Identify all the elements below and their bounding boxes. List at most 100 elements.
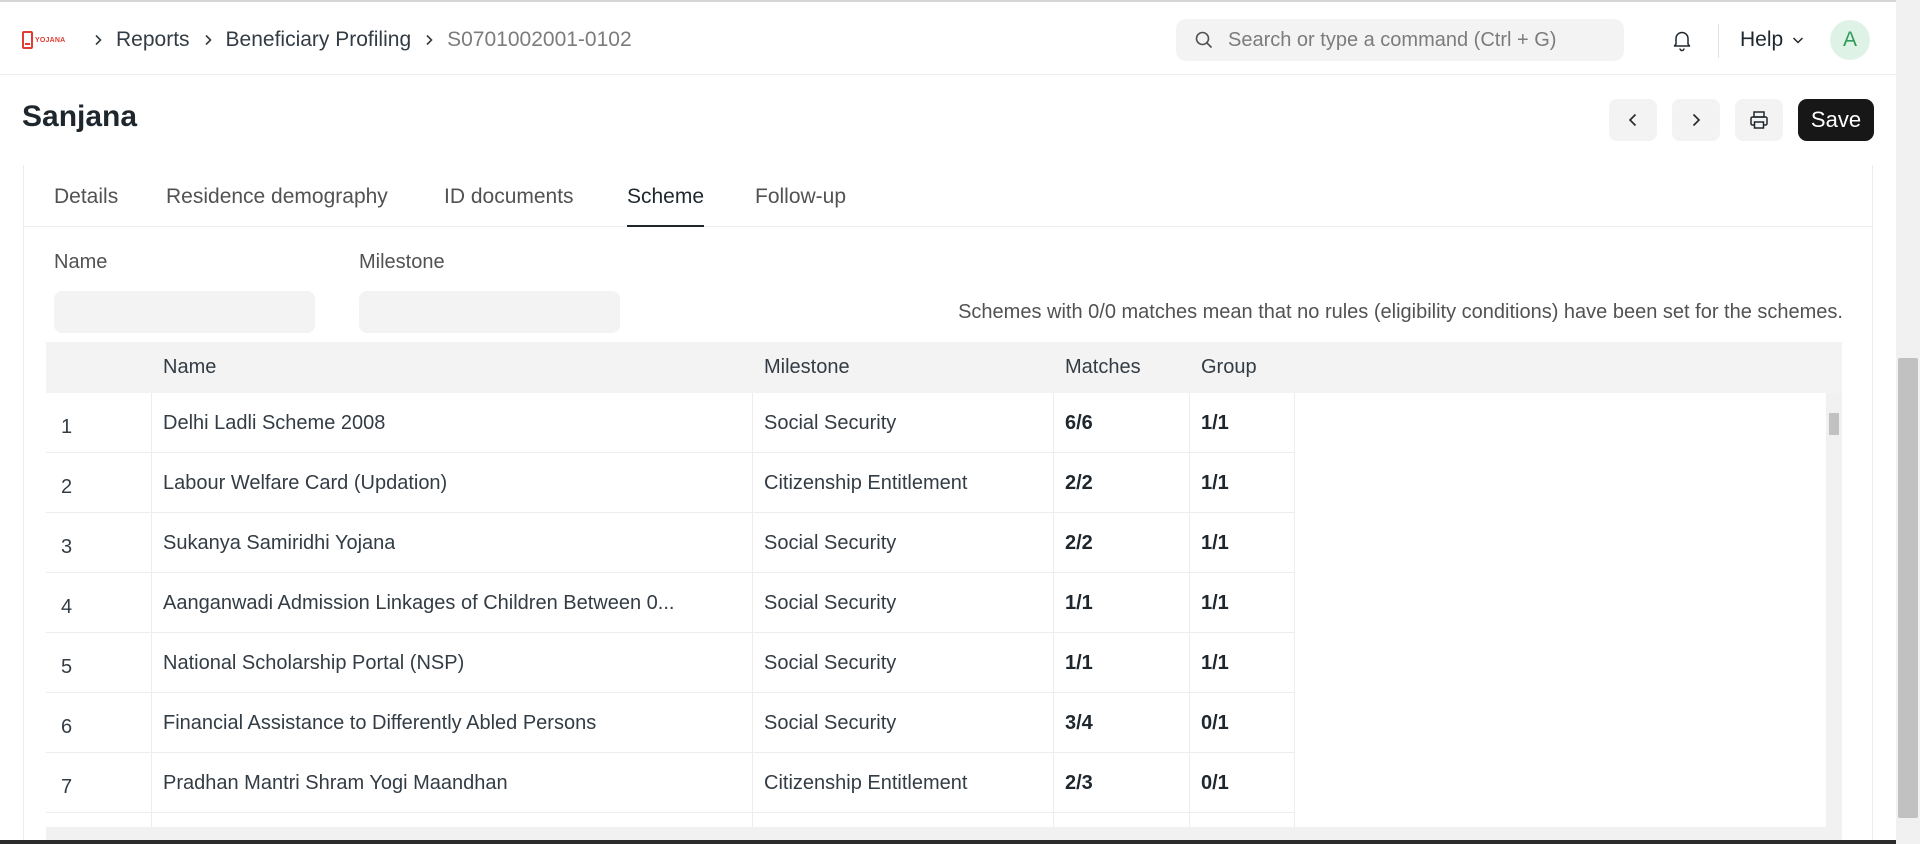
row-index: 5 [46,633,152,693]
scheme-name: Labour Welfare Card (Updation) [163,471,448,494]
help-dropdown[interactable]: Help [1740,26,1805,54]
avatar[interactable]: A [1830,20,1870,60]
milestone-cell: Social Security [753,633,1054,693]
notifications-bell-icon[interactable] [1668,26,1696,54]
breadcrumb-record-id[interactable]: S0701002001-0102 [443,28,636,52]
table-row[interactable]: 5 National Scholarship Portal (NSP) Soci… [46,633,1295,693]
matches-cell: 2/2 [1054,513,1190,573]
group-cell: 1/1 [1190,513,1295,573]
milestone-filter-label: Milestone [359,251,445,273]
matches-cell: 1/1 [1054,633,1190,693]
scheme-name: Aanganwadi Admission Linkages of Childre… [163,591,675,614]
matches-cell: 6/6 [1054,393,1190,453]
table-row[interactable]: 1 Delhi Ladli Scheme 2008 Social Securit… [46,393,1295,453]
scheme-name-cell [152,813,753,827]
schemes-table: Name Milestone Matches Group 1 Delhi Lad… [46,342,1842,840]
navbar-divider [1718,24,1719,58]
breadcrumb-beneficiary-profiling[interactable]: Beneficiary Profiling [222,28,416,52]
milestone-cell: Citizenship Entitlement [753,753,1054,813]
search-input[interactable]: Search or type a command (Ctrl + G) [1176,19,1624,61]
group-cell [1190,813,1295,827]
scheme-name-cell: Delhi Ladli Scheme 2008 [152,393,753,453]
table-header: Name Milestone Matches Group [46,342,1842,393]
scheme-name-cell: Sukanya Samiridhi Yojana [152,513,753,573]
table-row[interactable]: 2 Labour Welfare Card (Updation) Citizen… [46,453,1295,513]
chevron-right-icon [415,34,443,46]
scheme-name-cell: Pradhan Mantri Shram Yogi Maandhan [152,753,753,813]
table-row[interactable]: 7 Pradhan Mantri Shram Yogi Maandhan Cit… [46,753,1295,813]
group-cell: 0/1 [1190,753,1295,813]
milestone-cell: Social Security [753,573,1054,633]
milestone-cell: Social Security [753,393,1054,453]
group-cell: 1/1 [1190,453,1295,513]
table-vertical-scrollbar[interactable] [1826,393,1842,827]
page-scrollbar[interactable] [1896,0,1920,844]
app-logo[interactable]: YOJANA [22,26,66,54]
chevron-right-icon [1692,113,1701,127]
row-index-cell [46,813,152,827]
table-row[interactable]: 3 Sukanya Samiridhi Yojana Social Securi… [46,513,1295,573]
matches-hint-text: Schemes with 0/0 matches mean that no ru… [958,300,1843,323]
table-row[interactable]: 4 Aanganwadi Admission Linkages of Child… [46,573,1295,633]
print-button[interactable] [1735,99,1783,141]
tab-follow-up[interactable]: Follow-up [755,179,846,227]
scheme-name: Pradhan Mantri Shram Yogi Maandhan [163,771,508,794]
help-label: Help [1740,28,1784,51]
row-index: 2 [46,453,152,513]
row-index: 1 [46,393,152,453]
group-cell: 0/1 [1190,693,1295,753]
scheme-name: Sukanya Samiridhi Yojana [163,531,396,554]
name-filter-label: Name [54,251,108,273]
chevron-right-icon [194,34,222,46]
bottom-edge-bar [0,840,1896,844]
form-card: Details Residence demography ID document… [23,165,1873,844]
logo-text: YOJANA [35,36,66,44]
milestone-filter-input[interactable] [359,291,620,333]
previous-record-button[interactable] [1609,99,1657,141]
search-icon [1195,31,1213,49]
milestone-cell: Social Security [753,693,1054,753]
table-horizontal-scrollbar[interactable] [46,827,1842,840]
page-title: Sanjana [22,100,138,133]
scheme-name-cell: Labour Welfare Card (Updation) [152,453,753,513]
scheme-name: Financial Assistance to Differently Able… [163,711,597,734]
top-navbar: YOJANA Reports Beneficiary Profiling S07… [0,0,1896,75]
row-index: 4 [46,573,152,633]
breadcrumb: Reports Beneficiary Profiling S070100200… [84,26,636,54]
group-cell: 1/1 [1190,573,1295,633]
matches-cell [1054,813,1190,827]
column-header-milestone: Milestone [764,356,850,378]
logo-mark-icon [22,31,33,49]
name-filter-input[interactable] [54,291,315,333]
column-header-name: Name [163,356,217,378]
table-row-partial [46,813,1295,827]
column-header-group: Group [1201,356,1257,378]
row-index: 6 [46,693,152,753]
chevron-left-icon [1628,113,1637,127]
tab-residence-demography[interactable]: Residence demography [166,179,388,227]
tab-id-documents[interactable]: ID documents [444,179,574,227]
matches-cell: 2/3 [1054,753,1190,813]
tab-details[interactable]: Details [54,179,118,227]
tab-scheme[interactable]: Scheme [627,179,705,227]
milestone-cell [753,813,1054,827]
group-cell: 1/1 [1190,393,1295,453]
scheme-name: Delhi Ladli Scheme 2008 [163,411,386,434]
scheme-name-cell: Financial Assistance to Differently Able… [152,693,753,753]
matches-cell: 3/4 [1054,693,1190,753]
chevron-right-icon [84,34,112,46]
scheme-name-cell: National Scholarship Portal (NSP) [152,633,753,693]
next-record-button[interactable] [1672,99,1720,141]
printer-icon [1750,111,1768,129]
matches-cell: 1/1 [1054,573,1190,633]
breadcrumb-reports[interactable]: Reports [112,28,194,52]
milestone-cell: Social Security [753,513,1054,573]
matches-cell: 2/2 [1054,453,1190,513]
column-header-matches: Matches [1065,356,1141,378]
table-scroll-thumb[interactable] [1829,413,1839,435]
table-row[interactable]: 6 Financial Assistance to Differently Ab… [46,693,1295,753]
page-scroll-thumb[interactable] [1898,358,1918,818]
row-index: 3 [46,513,152,573]
scheme-name: National Scholarship Portal (NSP) [163,651,465,674]
save-button[interactable]: Save [1798,99,1874,141]
